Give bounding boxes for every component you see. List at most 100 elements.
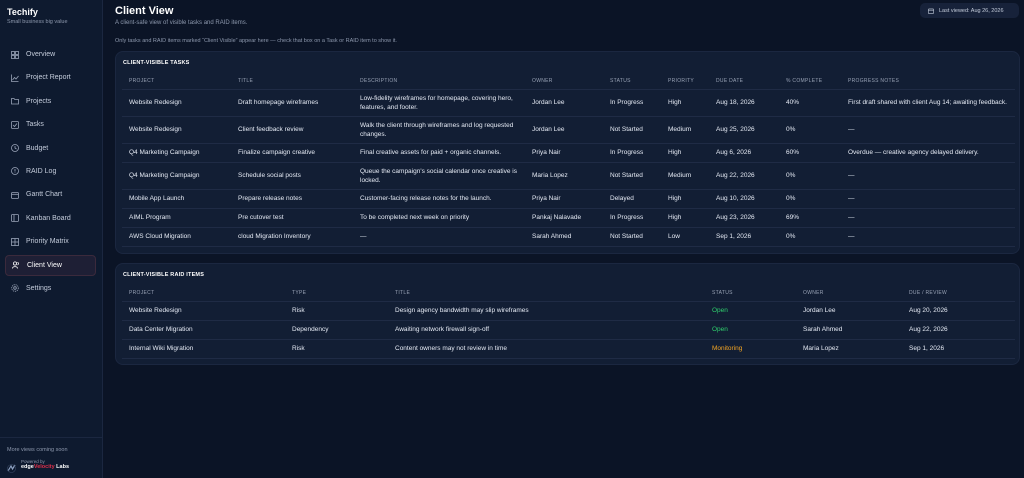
sidebar-item-raid-log[interactable]: RAID Log [5,161,96,182]
task-status: Not Started [603,227,661,247]
task-description: Low-fidelity wireframes for homepage, co… [353,89,525,117]
task-project: Q4 Marketing Campaign [122,162,231,190]
task-project: AIML Program [122,208,231,228]
sidebar-item-label: Tasks [26,121,44,129]
column-header: PRIORITY [661,74,709,90]
alert-icon [11,167,19,176]
table-row[interactable]: Website Redesign Risk Design agency band… [122,301,1015,321]
raid-owner: Jordan Lee [796,301,902,321]
calendar-icon [11,191,19,199]
visibility-note: Only tasks and RAID items marked “Client… [115,38,397,44]
table-row[interactable]: Website Redesign Client feedback review … [122,116,1015,144]
task-status: Delayed [603,189,661,209]
task-description: Customer-facing release notes for the la… [353,189,525,209]
sidebar-item-label: Overview [26,51,56,58]
column-header: PROJECT [122,74,231,90]
task-progress-notes: — [841,208,1015,228]
sidebar-nav: Overview Project Report Projects Tasks B… [5,44,96,301]
raid-due-review: Aug 22, 2026 [902,320,1015,340]
column-header: OWNER [525,74,603,90]
sidebar-item-client-view[interactable]: Client View [5,254,96,276]
brand: Techify Small business big value [0,0,102,25]
table-row[interactable]: Q4 Marketing Campaign Finalize campaign … [122,143,1015,163]
task-title: Schedule social posts [231,162,353,190]
raid-card-title: CLIENT-VISIBLE RAID ITEMS [123,272,205,278]
task-progress-notes: — [841,116,1015,144]
sidebar-item-settings[interactable]: Settings [5,278,96,299]
raid-owner: Maria Lopez [796,339,902,359]
task-progress-notes: — [841,189,1015,209]
brand-suffix: Labs [54,464,70,470]
task-status: In Progress [603,208,661,228]
sidebar-item-tasks[interactable]: Tasks [5,114,96,135]
tasks-table: PROJECT TITLE DESCRIPTION OWNER STATUS P… [122,74,1015,247]
sidebar-item-label: Client View [27,261,62,269]
task-owner: Priya Nair [525,189,603,209]
task-due-date: Aug 10, 2026 [709,189,779,209]
task-owner: Jordan Lee [525,89,603,117]
column-header: TYPE [285,286,388,302]
task-percent-complete: 0% [779,116,841,144]
client-visible-raid-card: CLIENT-VISIBLE RAID ITEMS PROJECT TYPE T… [115,263,1020,365]
column-header: OWNER [796,286,902,302]
sidebar-item-label: Budget [26,144,49,152]
task-title: Draft homepage wireframes [231,89,353,117]
task-priority: High [661,89,709,117]
task-percent-complete: 0% [779,227,841,247]
matrix-icon [11,237,19,246]
checkbox-icon [11,120,19,129]
sidebar-item-budget[interactable]: Budget [5,138,96,159]
calendar-icon [928,8,934,14]
raid-title: Awaiting network firewall sign-off [388,320,705,340]
grid-icon [11,50,19,59]
raid-owner: Sarah Ahmed [796,320,902,340]
task-progress-notes: First draft shared with client Aug 14; a… [841,89,1015,117]
table-row[interactable]: Website Redesign Draft homepage wirefram… [122,89,1015,117]
task-description: Queue the campaign's social calendar onc… [353,162,525,190]
task-priority: High [661,208,709,228]
last-viewed-text: Last viewed: Aug 26, 2026 [939,7,1004,14]
task-owner: Maria Lopez [525,162,603,190]
tasks-card-title: CLIENT-VISIBLE TASKS [123,60,190,66]
sidebar-item-priority-matrix[interactable]: Priority Matrix [5,231,96,252]
task-status: Not Started [603,116,661,144]
app-tagline: Small business big value [7,19,68,25]
task-progress-notes: — [841,227,1015,247]
column-header: STATUS [705,286,796,302]
sidebar-item-gantt-chart[interactable]: Gantt Chart [5,184,96,205]
raid-status: Open [705,301,796,321]
column-header: DESCRIPTION [353,74,525,90]
sidebar-item-overview[interactable]: Overview [5,44,96,65]
table-row[interactable]: Internal Wiki Migration Risk Content own… [122,339,1015,359]
column-header: PROJECT [122,286,285,302]
coming-soon-text: More views coming soon [7,447,68,453]
sidebar-item-projects[interactable]: Projects [5,91,96,112]
task-title: Finalize campaign creative [231,143,353,163]
users-icon [12,261,20,269]
last-viewed-badge: Last viewed: Aug 26, 2026 [920,3,1019,18]
sidebar-item-kanban-board[interactable]: Kanban Board [5,208,96,229]
column-header: TITLE [388,286,705,302]
raid-status: Open [705,320,796,340]
task-owner: Sarah Ahmed [525,227,603,247]
task-description: Walk the client through wireframes and l… [353,116,525,144]
table-row[interactable]: Mobile App Launch Prepare release notes … [122,189,1015,209]
sidebar: Techify Small business big value Overvie… [0,0,103,478]
task-status: In Progress [603,89,661,117]
task-project: Website Redesign [122,89,231,117]
task-progress-notes: — [841,162,1015,190]
table-row[interactable]: AWS Cloud Migration cloud Migration Inve… [122,227,1015,247]
client-visible-tasks-card: CLIENT-VISIBLE TASKS PROJECT TITLE DESCR… [115,51,1020,254]
folder-icon [11,97,19,105]
sidebar-item-label: Settings [26,284,52,292]
table-row[interactable]: AIML Program Pre cutover test To be comp… [122,208,1015,228]
task-title: Prepare release notes [231,189,353,209]
task-title: Client feedback review [231,116,353,144]
task-due-date: Aug 6, 2026 [709,143,779,163]
table-row[interactable]: Q4 Marketing Campaign Schedule social po… [122,162,1015,190]
task-due-date: Aug 25, 2026 [709,116,779,144]
sidebar-item-project-report[interactable]: Project Report [5,67,96,88]
task-priority: High [661,189,709,209]
raid-title: Content owners may not review in time [388,339,705,359]
table-row[interactable]: Data Center Migration Dependency Awaitin… [122,320,1015,340]
